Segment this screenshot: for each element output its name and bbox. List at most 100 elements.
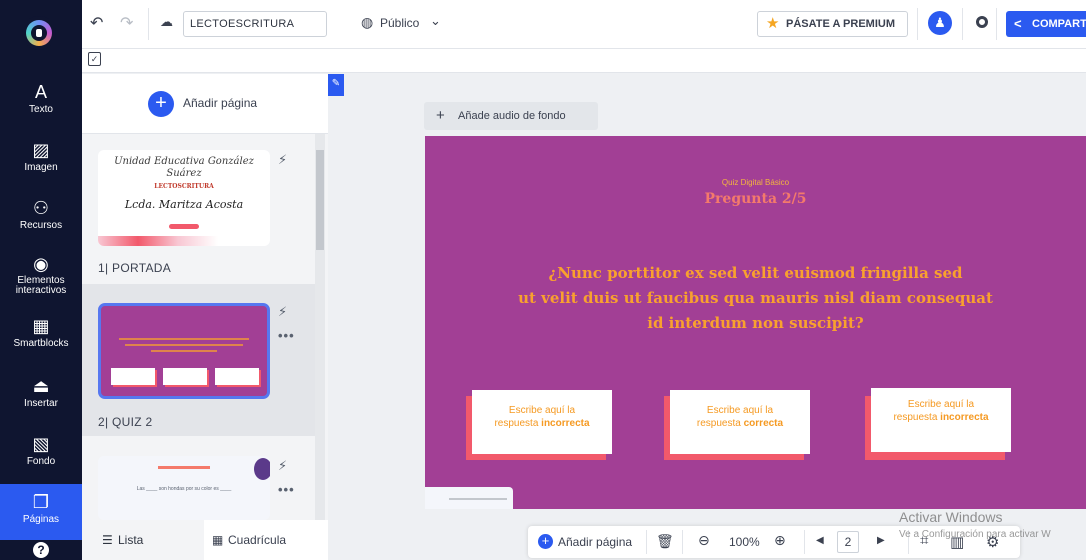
- grid-icon: ▦: [212, 533, 224, 547]
- divider: [962, 8, 963, 40]
- tab-lista[interactable]: ☰ Lista: [82, 520, 204, 560]
- thumb-button: [169, 224, 199, 229]
- sidebar-item-paginas[interactable]: ❐ Páginas: [0, 484, 82, 540]
- tab-label: Cuadrícula: [228, 533, 287, 547]
- share-button[interactable]: < COMPART: [1006, 11, 1086, 37]
- magic-wand-icon[interactable]: ⚡: [278, 458, 287, 474]
- tab-cuadricula[interactable]: ▦ Cuadrícula: [204, 520, 328, 560]
- sidebar-item-fondo[interactable]: ▧ Fondo: [0, 432, 82, 486]
- thumb-question-line: [151, 350, 217, 352]
- next-page-icon[interactable]: ▶: [877, 535, 885, 546]
- answer-prefix: respuesta: [696, 418, 744, 429]
- question-line: ut velit duis ut faucibus qua mauris nis…: [518, 289, 993, 307]
- divider: [996, 8, 997, 40]
- page-number-input[interactable]: 2: [837, 531, 859, 553]
- divider: [804, 530, 805, 554]
- sidebar-item-insertar[interactable]: ⏏ Insertar: [0, 374, 82, 428]
- page-label: 1| PORTADA: [98, 261, 172, 275]
- sidebar-item-label: Smartblocks: [13, 338, 69, 349]
- add-user-icon[interactable]: ♟: [928, 11, 952, 35]
- slide-canvas[interactable]: Quiz Digital Básico Pregunta 2/5 ¿Nunc p…: [425, 136, 1086, 509]
- left-sidebar: A Texto ▨ Imagen ⚇ Recursos ◉ Elementos …: [0, 0, 82, 560]
- prev-page-icon[interactable]: ◀: [816, 535, 824, 546]
- zoom-out-icon[interactable]: ⊖: [698, 532, 710, 549]
- answer-line: respuesta correcta: [670, 417, 810, 430]
- undo-icon[interactable]: ↶: [90, 13, 103, 33]
- slide-question-number[interactable]: Pregunta 2/5: [425, 191, 1086, 207]
- page-thumbnail-3[interactable]: Las ____ son hondas por su color es ____: [98, 456, 270, 520]
- image-icon: ▨: [32, 140, 50, 160]
- top-toolbar: ↶ ↷ ☁ LECTOESCRITURA ◍ Público ⌄ ★ PÁSAT…: [82, 0, 1086, 49]
- plus-icon: +: [436, 107, 445, 124]
- text-icon: A: [34, 82, 47, 102]
- pin-icon[interactable]: ✎: [328, 74, 344, 96]
- page-label: 2| QUIZ 2: [98, 415, 153, 429]
- answer-line: Escribe aquí la: [907, 399, 975, 410]
- answer-option-2[interactable]: Escribe aquí la respuesta correcta: [670, 390, 810, 454]
- add-page-button[interactable]: + Añadir página: [82, 74, 328, 134]
- thumb-question-line: [119, 338, 249, 340]
- question-line: ¿Nunc porttitor ex sed velit euismod fri…: [548, 264, 963, 282]
- pages-scrollbar[interactable]: [315, 134, 325, 520]
- divider: [646, 530, 647, 554]
- thumb-author: Lcda. Maritza Acosta: [124, 198, 244, 211]
- answer-option-1[interactable]: Escribe aquí la respuesta incorrecta: [472, 390, 612, 454]
- windows-activation-title: Activar Windows: [899, 509, 1003, 525]
- sidebar-item-smartblocks[interactable]: ▦ Smartblocks: [0, 314, 82, 368]
- slide-question[interactable]: ¿Nunc porttitor ex sed velit euismod fri…: [495, 261, 1016, 336]
- premium-label: PÁSATE A PREMIUM: [786, 18, 895, 30]
- divider: [148, 8, 149, 40]
- redo-icon[interactable]: ↷: [120, 13, 133, 33]
- plus-icon: +: [538, 534, 553, 549]
- minimap-line: [449, 498, 507, 500]
- magic-wand-icon[interactable]: ⚡: [278, 304, 287, 320]
- checklist-icon[interactable]: ✓: [88, 52, 101, 66]
- sidebar-item-label: Imagen: [24, 162, 58, 173]
- thumb-answer: [163, 368, 207, 385]
- sidebar-item-texto[interactable]: A Texto: [0, 80, 82, 134]
- thumb-question-line: [125, 344, 243, 346]
- answer-line: Escribe aquí la: [706, 405, 774, 416]
- share-label: COMPART: [1032, 18, 1086, 30]
- sidebar-item-elementos-interactivos[interactable]: ◉ Elementos interactivos: [0, 252, 82, 310]
- thumb-subtitle: LECTOSCRITURA: [154, 183, 214, 190]
- answer-keyword: incorrecta: [940, 412, 989, 423]
- sidebar-item-imagen[interactable]: ▨ Imagen: [0, 138, 82, 192]
- scrollbar-thumb[interactable]: [316, 150, 324, 250]
- cloud-icon: ☁: [160, 14, 173, 29]
- magic-wand-icon[interactable]: ⚡: [278, 152, 287, 168]
- answer-line: respuesta incorrecta: [472, 417, 612, 430]
- page-thumbnail-quiz-2[interactable]: [98, 303, 270, 399]
- chevron-down-icon[interactable]: ⌄: [430, 13, 441, 29]
- premium-button[interactable]: ★ PÁSATE A PREMIUM: [757, 11, 908, 37]
- answer-keyword: incorrecta: [541, 418, 590, 429]
- thumb-decoration: [254, 458, 270, 480]
- sidebar-item-label: Insertar: [24, 398, 58, 409]
- slide-minimap[interactable]: [425, 487, 513, 509]
- answer-line: respuesta incorrecta: [871, 411, 1011, 424]
- list-icon: ☰: [102, 533, 113, 547]
- interactive-icon: ◉: [33, 254, 49, 274]
- genially-logo-icon[interactable]: [22, 16, 56, 50]
- visibility-select[interactable]: Público: [380, 16, 419, 30]
- zoom-in-icon[interactable]: ⊕: [774, 532, 786, 549]
- preview-eye-icon[interactable]: [976, 16, 988, 28]
- more-options-icon[interactable]: •••: [278, 328, 295, 343]
- help-icon[interactable]: ?: [33, 542, 49, 558]
- answer-prefix: respuesta: [494, 418, 542, 429]
- audio-button-label: Añade audio de fondo: [458, 110, 566, 122]
- project-title-input[interactable]: LECTOESCRITURA: [183, 11, 327, 37]
- resources-icon: ⚇: [32, 198, 50, 218]
- add-background-audio-button[interactable]: + Añade audio de fondo: [424, 102, 598, 130]
- sidebar-item-label: Páginas: [22, 514, 60, 525]
- sidebar-item-recursos[interactable]: ⚇ Recursos: [0, 196, 82, 250]
- page-thumbnail-portada[interactable]: Unidad Educativa González Suárez LECTOSC…: [98, 150, 270, 246]
- thumb-title: Unidad Educativa González Suárez: [114, 156, 254, 179]
- thumb-answer: [215, 368, 259, 385]
- more-options-icon[interactable]: •••: [278, 482, 295, 497]
- slide-kicker[interactable]: Quiz Digital Básico: [425, 178, 1086, 187]
- background-icon: ▧: [32, 434, 50, 454]
- add-page-toolbar-button[interactable]: Añadir página: [558, 535, 632, 549]
- answer-option-3[interactable]: Escribe aquí la respuesta incorrecta: [871, 388, 1011, 452]
- trash-icon[interactable]: 🗑: [656, 533, 674, 550]
